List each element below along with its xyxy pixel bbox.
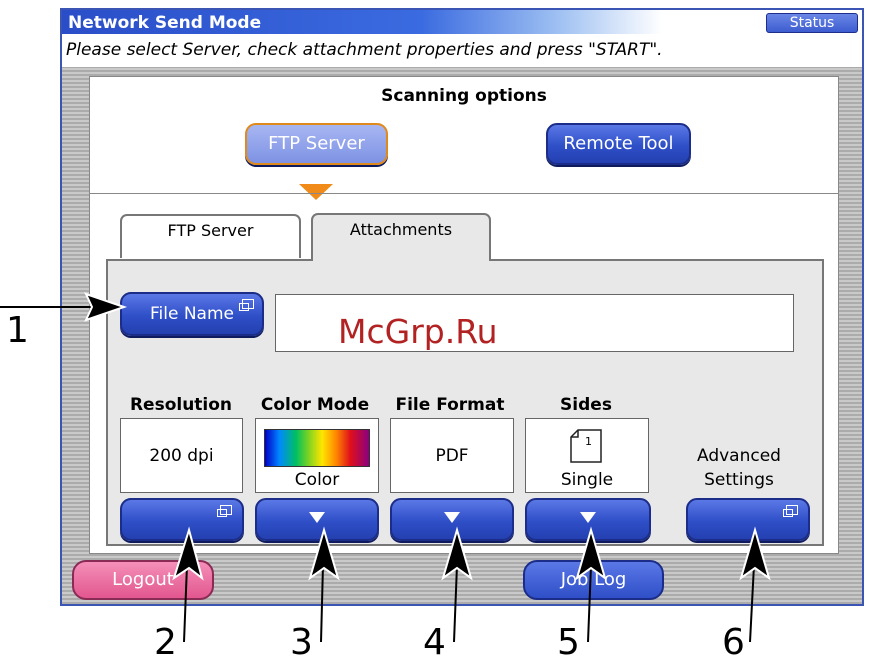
callout-1: 1 <box>6 310 29 351</box>
callout-6: 6 <box>722 622 745 663</box>
callout-arrows <box>0 292 771 643</box>
callout-5: 5 <box>557 622 580 663</box>
callout-3: 3 <box>290 622 313 663</box>
callout-2: 2 <box>154 622 177 663</box>
callout-4: 4 <box>423 622 446 663</box>
